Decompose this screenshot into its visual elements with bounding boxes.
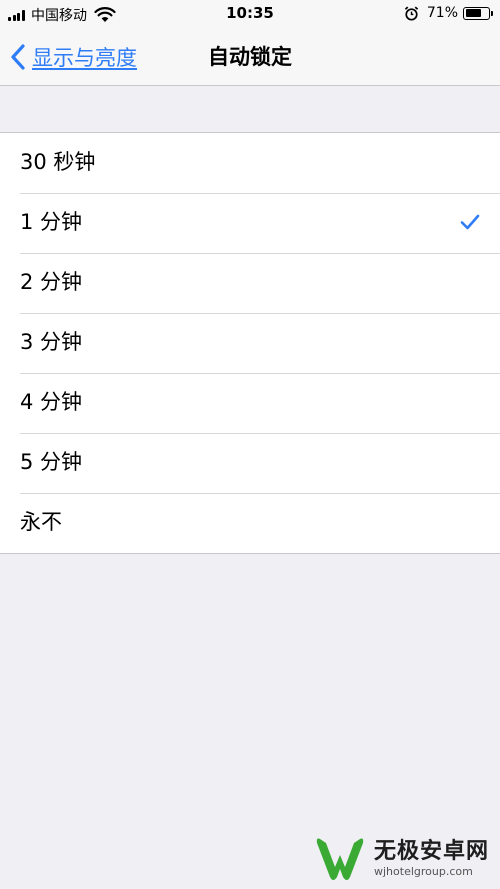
battery-percent: 71% xyxy=(426,5,458,21)
screen: 中国移动 10:35 71% 显示与亮度 自动锁定 30 秒钟 1 分钟 2 分… xyxy=(0,0,500,889)
option-30-seconds[interactable]: 30 秒钟 xyxy=(0,133,500,193)
watermark-title: 无极安卓网 xyxy=(374,839,490,864)
option-5-minutes[interactable]: 5 分钟 xyxy=(0,433,500,493)
battery-icon xyxy=(463,6,493,20)
option-label: 1 分钟 xyxy=(20,210,83,234)
auto-lock-options: 30 秒钟 1 分钟 2 分钟 3 分钟 4 分钟 5 分钟 永不 xyxy=(0,132,500,554)
option-label: 永不 xyxy=(20,510,62,534)
watermark-subtitle: wjhotelgroup.com xyxy=(374,865,473,878)
status-bar: 中国移动 10:35 71% xyxy=(0,0,500,30)
option-label: 4 分钟 xyxy=(20,390,83,414)
option-label: 30 秒钟 xyxy=(20,150,96,174)
checkmark-icon xyxy=(460,214,480,230)
page-title: 自动锁定 xyxy=(208,45,292,69)
option-label: 2 分钟 xyxy=(20,270,83,294)
option-2-minutes[interactable]: 2 分钟 xyxy=(0,253,500,313)
watermark-text: 无极安卓网 wjhotelgroup.com xyxy=(374,839,489,879)
watermark-logo-icon xyxy=(316,838,364,880)
option-3-minutes[interactable]: 3 分钟 xyxy=(0,313,500,373)
option-4-minutes[interactable]: 4 分钟 xyxy=(0,373,500,433)
option-label: 3 分钟 xyxy=(20,330,83,354)
option-1-minute[interactable]: 1 分钟 xyxy=(0,193,500,253)
watermark: 无极安卓网 wjhotelgroup.com xyxy=(312,833,489,885)
option-label: 5 分钟 xyxy=(20,450,83,474)
battery-fill xyxy=(465,9,482,17)
nav-bar: 显示与亮度 自动锁定 xyxy=(0,30,500,86)
status-right: 71% xyxy=(404,5,493,21)
alarm-icon xyxy=(404,6,419,21)
option-never[interactable]: 永不 xyxy=(0,493,500,553)
